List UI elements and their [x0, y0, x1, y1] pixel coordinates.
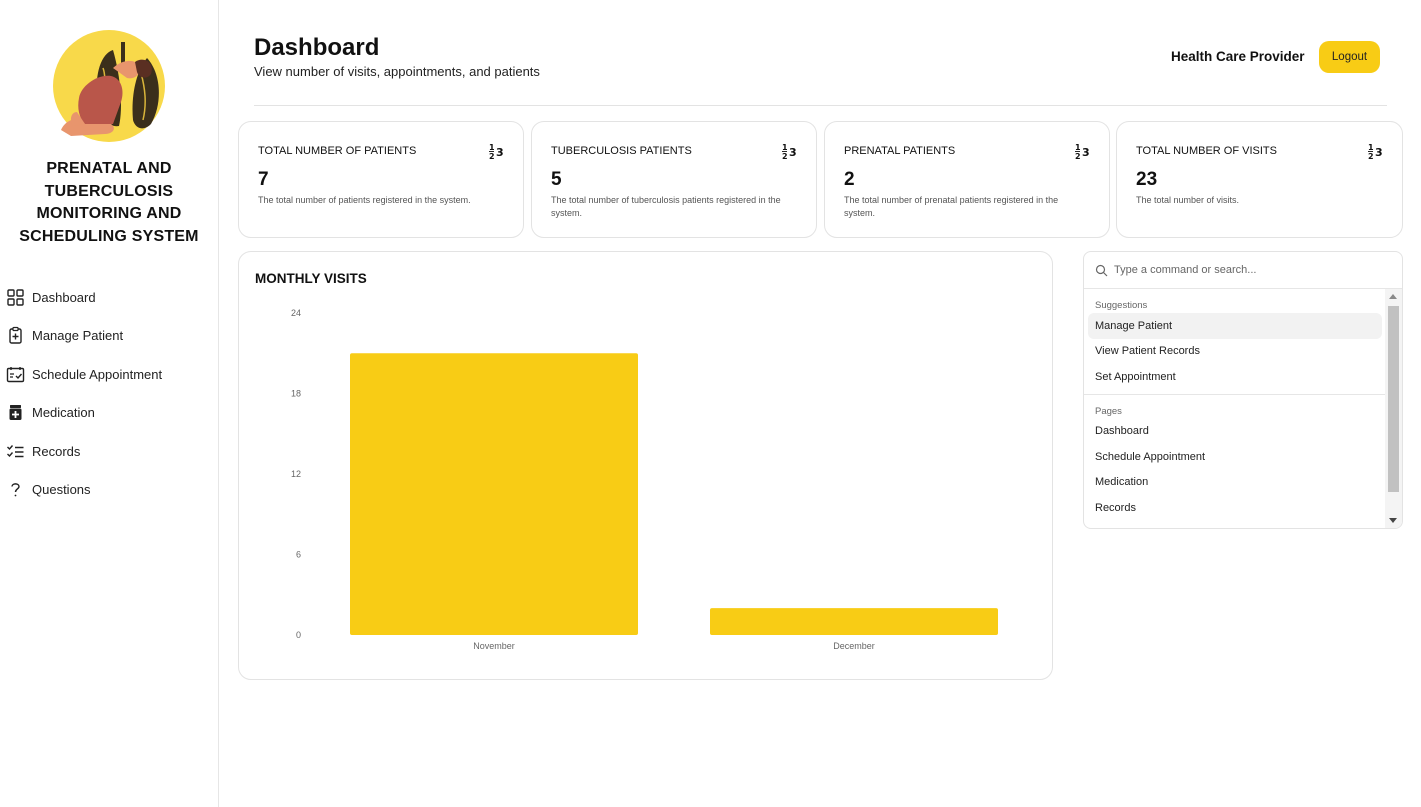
svg-text:3: 3 [1375, 146, 1383, 159]
command-item-schedule-appointment[interactable]: Schedule Appointment [1088, 444, 1382, 470]
stat-label: TOTAL NUMBER OF PATIENTS [258, 145, 417, 157]
svg-text:3: 3 [496, 146, 504, 159]
scroll-down-arrow-icon[interactable] [1389, 518, 1397, 523]
command-group-label: Suggestions [1095, 300, 1148, 311]
stat-label: TOTAL NUMBER OF VISITS [1136, 145, 1277, 157]
stat-card-total-visits: TOTAL NUMBER OF VISITS 123 23 The total … [1116, 121, 1403, 238]
stat-description: The total number of patients registered … [258, 195, 471, 205]
svg-text:3: 3 [1082, 146, 1090, 159]
command-item-view-patient-records[interactable]: View Patient Records [1088, 339, 1382, 365]
command-palette: Suggestions Manage Patient View Patient … [1083, 251, 1403, 529]
command-search-bar [1084, 252, 1402, 289]
checklist-icon [6, 442, 25, 461]
numbers-icon: 12 3 [1368, 143, 1383, 160]
stat-card-total-patients: TOTAL NUMBER OF PATIENTS 123 7 The total… [238, 121, 524, 238]
stat-value: 5 [551, 169, 562, 190]
sidebar-nav: Dashboard Manage Patient Schedule Appoin… [0, 278, 218, 509]
sidebar-item-label: Records [32, 443, 81, 459]
monthly-visits-card: MONTHLY VISITS 0 6 12 18 24 November December [238, 251, 1053, 680]
bar-november[interactable] [350, 353, 638, 635]
app-logo [51, 28, 167, 144]
stat-value: 7 [258, 169, 269, 190]
sidebar-item-dashboard[interactable]: Dashboard [0, 278, 218, 317]
monthly-visits-chart: 0 6 12 18 24 November December [291, 308, 998, 651]
svg-text:1: 1 [489, 143, 495, 152]
command-item-medication[interactable]: Medication [1088, 470, 1382, 496]
svg-text:1: 1 [1368, 143, 1374, 152]
y-tick-label: 18 [291, 389, 301, 399]
command-group-label: Pages [1095, 405, 1122, 417]
sidebar-item-medication[interactable]: Medication [0, 394, 218, 433]
sidebar-item-questions[interactable]: Questions [0, 471, 218, 510]
search-icon [1095, 264, 1108, 276]
page-subtitle: View number of visits, appointments, and… [254, 64, 540, 79]
page-title: Dashboard [254, 34, 380, 61]
numbers-icon: 12 3 [782, 143, 797, 160]
svg-text:2: 2 [1368, 152, 1374, 160]
svg-text:1: 1 [782, 143, 788, 152]
command-item-manage-patient[interactable]: Manage Patient [1088, 313, 1382, 339]
stat-description: The total number of visits. [1136, 195, 1240, 205]
app-title: PRENATAL AND TUBERCULOSIS MONITORING AND… [19, 160, 199, 245]
numbers-icon: 12 3 [489, 143, 504, 160]
bar-december[interactable] [710, 608, 998, 635]
sidebar-item-label: Medication [32, 405, 95, 421]
sidebar-item-manage-patient[interactable]: Manage Patient [0, 317, 218, 356]
sidebar-item-label: Manage Patient [32, 328, 124, 344]
header-divider [254, 105, 1387, 106]
sidebar-item-schedule-appointment[interactable]: Schedule Appointment [0, 355, 218, 394]
svg-text:2: 2 [1075, 152, 1081, 160]
scroll-up-arrow-icon[interactable] [1389, 294, 1397, 299]
question-mark-icon [6, 480, 25, 499]
svg-text:1: 1 [1075, 143, 1081, 152]
y-tick-label: 24 [291, 308, 301, 318]
scrollbar-thumb[interactable] [1388, 306, 1399, 492]
sidebar-item-label: Dashboard [32, 289, 96, 305]
sidebar-item-records[interactable]: Records [0, 432, 218, 471]
sidebar: PRENATAL AND TUBERCULOSIS MONITORING AND… [0, 0, 219, 807]
command-item-dashboard[interactable]: Dashboard [1088, 419, 1382, 445]
clipboard-plus-icon [6, 326, 25, 345]
svg-text:2: 2 [489, 152, 495, 160]
stat-label: TUBERCULOSIS PATIENTS [551, 145, 692, 157]
user-role-label: Health Care Provider [1171, 49, 1305, 64]
y-tick-label: 6 [296, 550, 301, 560]
svg-text:3: 3 [789, 146, 797, 159]
y-tick-label: 0 [296, 630, 301, 640]
medicine-box-icon [6, 403, 25, 422]
stat-description: The total number of prenatal patients re… [844, 195, 1059, 218]
x-tick-label: December [833, 641, 875, 651]
stat-label: PRENATAL PATIENTS [844, 145, 956, 157]
stat-description: The total number of tuberculosis patient… [551, 195, 781, 218]
stat-card-tuberculosis-patients: TUBERCULOSIS PATIENTS 123 5 The total nu… [531, 121, 817, 238]
sidebar-item-label: Schedule Appointment [32, 366, 163, 382]
dashboard-grid-icon [6, 288, 25, 307]
command-list: Suggestions Manage Patient View Patient … [1084, 289, 1386, 521]
stat-value: 23 [1136, 169, 1158, 190]
sidebar-item-label: Questions [32, 482, 91, 498]
command-item-set-appointment[interactable]: Set Appointment [1088, 364, 1382, 390]
calendar-check-icon [6, 365, 25, 384]
stat-card-prenatal-patients: PRENATAL PATIENTS 123 2 The total number… [824, 121, 1110, 238]
command-item-records[interactable]: Records [1088, 495, 1382, 521]
y-tick-label: 12 [291, 469, 301, 479]
numbers-icon: 12 3 [1075, 143, 1090, 160]
logout-button[interactable]: Logout [1319, 41, 1380, 73]
x-tick-label: November [473, 641, 515, 651]
command-search-input[interactable] [1114, 264, 1374, 276]
stat-value: 2 [844, 169, 855, 190]
command-scrollbar[interactable] [1385, 289, 1402, 528]
svg-text:2: 2 [782, 152, 788, 160]
